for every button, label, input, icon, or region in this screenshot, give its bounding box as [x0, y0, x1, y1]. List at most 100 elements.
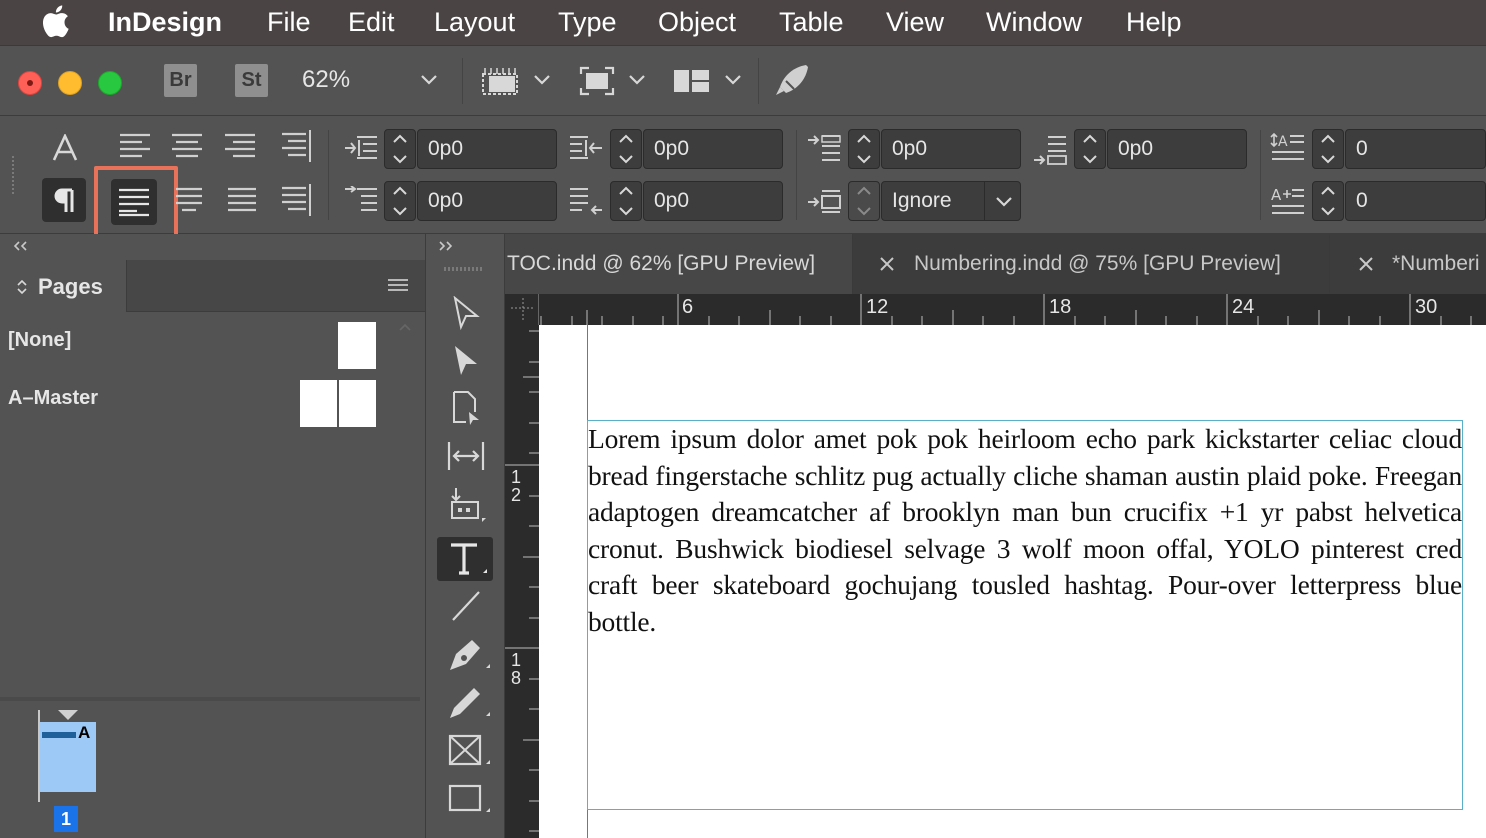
chevron-down-icon[interactable] [984, 181, 1022, 221]
menu-bar: InDesign File Edit Layout Type Object Ta… [0, 0, 1486, 45]
space-before-field[interactable]: 0p0 [881, 129, 1021, 169]
align-to-grid-stepper[interactable] [848, 181, 880, 221]
apple-logo-icon[interactable] [40, 4, 70, 38]
align-towards-spine-icon[interactable] [280, 130, 314, 164]
page-tool-icon[interactable] [451, 390, 483, 426]
align-right-icon[interactable] [223, 132, 257, 162]
pencil-tool-icon[interactable] [446, 684, 490, 722]
page-number-badge[interactable]: 1 [54, 806, 78, 832]
first-line-indent-field[interactable]: 0p0 [417, 181, 557, 221]
drop-cap-characters-icon: A [1270, 184, 1306, 216]
last-line-indent-field[interactable]: 0p0 [643, 181, 783, 221]
menu-window[interactable]: Window [986, 5, 1082, 39]
align-center-icon[interactable] [170, 132, 204, 162]
doc-tab-numbering[interactable]: Numbering.indd @ 75% [GPU Preview] [853, 234, 1330, 294]
panel-grip-icon[interactable] [10, 156, 16, 196]
chevron-down-icon[interactable] [420, 74, 438, 86]
doc-tab-numbering-unsaved-label: *Numberi [1392, 252, 1480, 275]
application-bar: Br St 62% [0, 45, 1486, 116]
menu-edit[interactable]: Edit [348, 5, 395, 39]
panel-menu-icon[interactable] [387, 278, 409, 294]
tab-options-icon [16, 278, 28, 296]
space-after-stepper[interactable] [1074, 129, 1106, 169]
publish-online-icon[interactable] [772, 61, 812, 101]
last-line-indent-stepper[interactable] [610, 181, 642, 221]
minimize-window-button[interactable] [58, 71, 82, 95]
left-indent-field[interactable]: 0p0 [417, 129, 557, 169]
left-indent-stepper[interactable] [384, 129, 416, 169]
page-1-thumbnail[interactable]: A [40, 722, 96, 792]
app-name-menu[interactable]: InDesign [108, 5, 222, 39]
drop-cap-characters-field[interactable]: 0 [1345, 181, 1486, 221]
horizontal-ruler[interactable]: 6 12 18 24 30 [505, 294, 1486, 325]
menu-type[interactable]: Type [558, 5, 617, 39]
line-tool-icon[interactable] [451, 590, 481, 622]
bridge-button[interactable]: Br [164, 64, 197, 97]
menu-object[interactable]: Object [658, 5, 736, 39]
zoom-window-button[interactable] [98, 71, 122, 95]
chevron-down-icon[interactable] [724, 74, 742, 86]
vertical-ruler[interactable]: 1 2 1 8 [505, 325, 539, 838]
text-frame[interactable]: Lorem ipsum dolor amet pok pok heirloom … [587, 420, 1463, 810]
right-indent-field[interactable]: 0p0 [643, 129, 783, 169]
master-none-label[interactable]: [None] [8, 329, 71, 352]
expand-tools-icon[interactable] [436, 240, 454, 252]
right-indent-stepper[interactable] [610, 129, 642, 169]
close-window-button[interactable] [18, 71, 42, 95]
selection-tool-icon[interactable] [453, 296, 481, 330]
master-a-right-thumbnail[interactable] [339, 380, 376, 427]
right-indent-icon [568, 134, 604, 164]
justify-all-icon[interactable] [280, 184, 314, 218]
ruler-origin[interactable] [505, 294, 539, 325]
master-a-label[interactable]: A–Master [8, 387, 98, 410]
character-formatting-icon[interactable] [52, 134, 78, 162]
chevron-down-icon[interactable] [628, 74, 646, 86]
scroll-up-icon[interactable] [398, 322, 412, 332]
menu-file[interactable]: File [267, 5, 311, 39]
ruler-v-label: 1 8 [511, 650, 522, 688]
gap-tool-icon[interactable] [446, 440, 486, 472]
menu-layout[interactable]: Layout [434, 5, 515, 39]
menu-table[interactable]: Table [779, 5, 844, 39]
stock-button[interactable]: St [235, 64, 268, 97]
ruler-h-label: 18 [1049, 296, 1072, 318]
first-line-indent-stepper[interactable] [384, 181, 416, 221]
paragraph-control-panel: 0p0 0p0 0p0 0p0 0p0 Ignore 0p0 A 0 A 0 [0, 116, 1486, 240]
master-none-thumbnail[interactable] [338, 322, 376, 369]
close-icon[interactable] [1358, 234, 1374, 294]
content-collector-tool-icon[interactable] [448, 486, 488, 522]
justify-left-button[interactable] [111, 179, 157, 225]
menu-view[interactable]: View [886, 5, 944, 39]
drop-cap-lines-stepper[interactable] [1312, 129, 1344, 169]
collapse-panel-icon[interactable] [12, 240, 30, 252]
view-options-icon[interactable] [481, 66, 521, 96]
pen-tool-icon[interactable] [446, 636, 490, 674]
rectangle-frame-tool-icon[interactable] [446, 732, 490, 768]
space-before-stepper[interactable] [848, 129, 880, 169]
body-text[interactable]: Lorem ipsum dolor amet pok pok heirloom … [588, 421, 1462, 641]
type-tool-button[interactable] [437, 537, 493, 581]
chevron-down-icon[interactable] [533, 74, 551, 86]
drop-cap-characters-stepper[interactable] [1312, 181, 1344, 221]
doc-tab-toc[interactable]: TOC.indd @ 62% [GPU Preview] [505, 234, 853, 294]
section-divider[interactable] [0, 697, 420, 701]
ruler-v-label: 1 2 [511, 467, 522, 505]
rectangle-tool-icon[interactable] [446, 780, 490, 816]
arrange-documents-icon[interactable] [674, 68, 710, 94]
tools-grip-icon[interactable] [444, 266, 484, 272]
close-icon[interactable] [879, 234, 895, 294]
align-left-icon[interactable] [118, 132, 152, 162]
tab-pages[interactable]: Pages [0, 260, 127, 312]
space-after-field[interactable]: 0p0 [1107, 129, 1247, 169]
justify-right-icon[interactable] [226, 186, 258, 216]
screen-mode-icon[interactable] [579, 66, 615, 96]
doc-tab-numbering-unsaved[interactable]: *Numberi [1330, 234, 1486, 294]
justify-center-icon[interactable] [174, 186, 204, 216]
menu-help[interactable]: Help [1126, 5, 1182, 39]
paragraph-formatting-button[interactable] [42, 178, 86, 222]
drop-cap-lines-field[interactable]: 0 [1345, 129, 1486, 169]
direct-selection-tool-icon[interactable] [453, 344, 481, 378]
spine-marker-icon [58, 710, 78, 720]
master-a-left-thumbnail[interactable] [300, 380, 337, 427]
zoom-level[interactable]: 62% [302, 66, 350, 94]
